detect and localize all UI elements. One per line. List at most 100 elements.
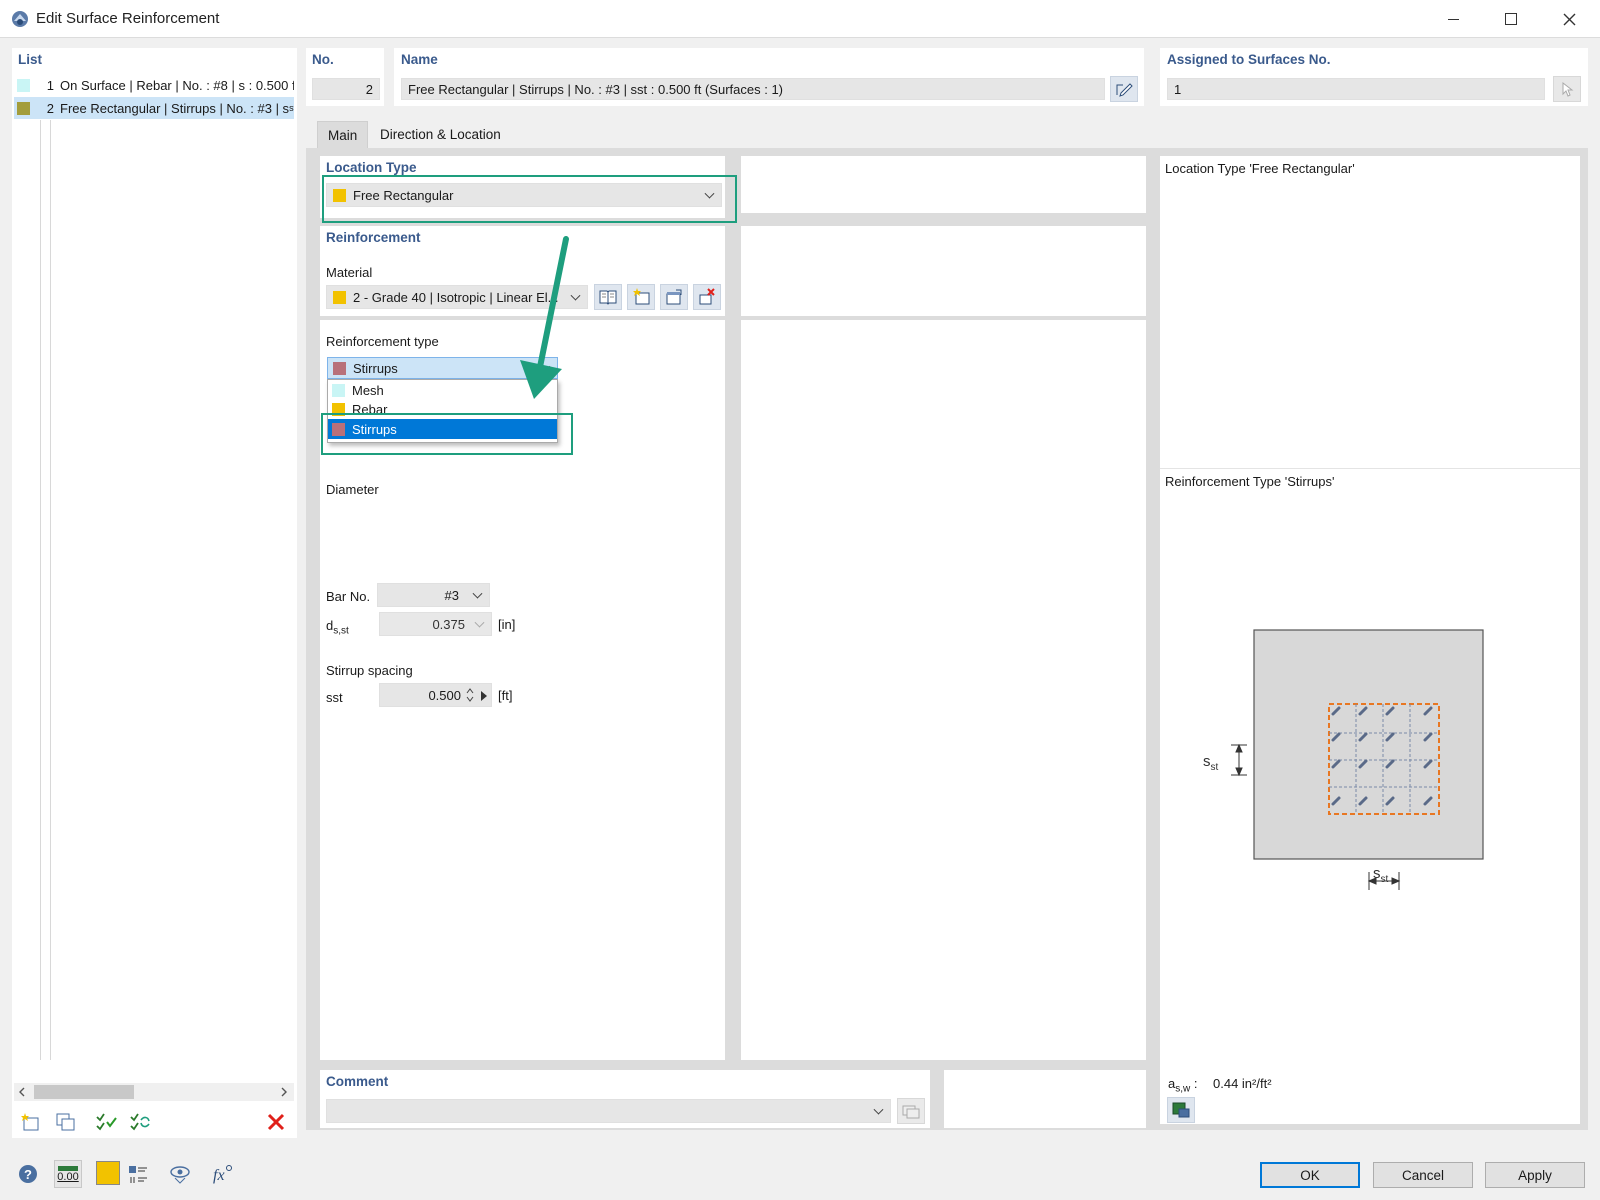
ds-field: 0.375 [379,612,492,636]
edit-material-button[interactable] [660,284,688,310]
name-field[interactable]: Free Rectangular | Stirrups | No. : #3 |… [401,78,1105,100]
reinforcement-type-caption: Reinforcement Type 'Stirrups' [1165,474,1335,489]
ok-button[interactable]: OK [1260,1162,1360,1188]
minimize-icon [1447,18,1459,20]
comment-select[interactable] [326,1099,891,1123]
chevron-down-icon [472,588,483,599]
stirrup-spacing-title: Stirrup spacing [326,663,413,678]
maximize-button[interactable] [1488,4,1534,34]
stirrups-swatch [333,361,346,375]
tab-direction-location[interactable]: Direction & Location [370,121,511,148]
pick-cursor-icon [1562,81,1574,97]
delete-material-icon [699,288,715,305]
blank-panel [741,320,1146,1060]
copy-item-button[interactable] [52,1110,78,1134]
ds-value: 0.375 [432,617,465,632]
help-icon: ? [19,1165,37,1183]
list-item-label: Free Rectangular | Stirrups | No. : #3 |… [60,100,290,116]
list-item-selected[interactable]: 2 Free Rectangular | Stirrups | No. : #3… [14,97,294,119]
list-item-subscript: st [289,103,294,113]
numbering-icon [129,1166,147,1183]
material-label: Material [326,265,373,280]
assigned-label: Assigned to Surfaces No. [1167,52,1331,67]
new-material-icon [633,288,650,305]
check-all-button[interactable] [93,1110,119,1134]
spin-updown-icon[interactable] [466,687,474,703]
decimals-button[interactable]: 0.00 [54,1160,82,1188]
svg-text:?: ? [24,1167,32,1182]
scroll-thumb[interactable] [34,1085,134,1099]
ds-subscript: s,st [333,625,349,637]
sst-unit: [ft] [498,688,513,703]
comment-library-icon [902,1105,920,1119]
material-library-button[interactable] [594,284,622,310]
apply-button[interactable]: Apply [1485,1162,1585,1188]
new-item-icon [21,1113,39,1131]
list-item-number: 1 [46,77,54,93]
preview-divider [1160,468,1580,469]
cancel-button[interactable]: Cancel [1373,1162,1473,1188]
sst-dim-horizontal: sst [1373,865,1388,885]
edit-material-icon [666,289,682,305]
new-material-button[interactable] [627,284,655,310]
list-item[interactable]: 1 On Surface | Rebar | No. : #8 | s : 0.… [14,74,294,96]
bar-no-label: Bar No. [326,589,371,604]
window-title: Edit Surface Reinforcement [36,10,220,27]
option-label: Mesh [352,382,384,398]
new-item-button[interactable] [17,1110,43,1134]
decimals-label: 0.00 [57,1170,79,1183]
mesh-swatch [17,78,30,92]
delete-material-button[interactable] [693,284,721,310]
play-arrow-icon[interactable] [480,690,488,702]
no-field[interactable]: 2 [312,78,380,100]
bar-no-value: #3 [444,588,459,603]
delete-button[interactable] [263,1110,289,1134]
comment-library-button[interactable] [897,1098,925,1124]
list-hscrollbar[interactable] [14,1083,294,1101]
minimize-button[interactable] [1430,4,1476,34]
location-type-title: Location Type [326,160,417,175]
dim-symbol: s [1373,865,1381,882]
ds-unit: [in] [498,617,516,632]
maximize-icon [1505,13,1517,25]
check-invert-icon [130,1113,150,1131]
export-image-icon [1172,1102,1190,1118]
formula-button[interactable]: fx [208,1160,236,1188]
help-button[interactable]: ? [14,1160,42,1188]
display-numbering-button[interactable] [124,1160,152,1188]
color-swatch-button[interactable] [96,1161,120,1185]
list-header: List [18,52,43,67]
material-swatch [333,290,346,304]
asw-subscript: s,w [1175,1083,1191,1095]
copy-icon [56,1113,75,1131]
bar-no-select[interactable]: #3 [377,583,490,607]
scroll-left-icon[interactable] [17,1087,27,1097]
edit-name-button[interactable] [1110,76,1138,102]
export-diagram-button[interactable] [1167,1097,1195,1123]
list-item-label: On Surface | Rebar | No. : #8 | s : 0.50… [60,77,294,93]
close-button[interactable] [1546,4,1592,34]
tree-line [50,120,51,1060]
title-bar: Edit Surface Reinforcement [0,0,1600,38]
name-label: Name [401,52,438,67]
assigned-field[interactable]: 1 [1167,78,1545,100]
chevron-down-icon [474,617,485,628]
tab-main[interactable]: Main [317,121,369,148]
reinforcement-type-label: Reinforcement type [326,334,439,349]
stirrup-spacing-field[interactable]: 0.500 [379,683,492,707]
chevron-down-icon [873,1104,884,1115]
check-invert-button[interactable] [127,1110,153,1134]
svg-text:fx: fx [213,1167,225,1184]
app-icon [12,11,28,27]
tree-line [40,120,41,1060]
view-model-button[interactable] [166,1160,194,1188]
scroll-right-icon[interactable] [279,1087,289,1097]
dim-subscript: st [1210,762,1219,773]
pick-surfaces-button[interactable] [1553,76,1581,102]
ds-label: ds,st [326,618,349,637]
blank-panel [741,156,1146,213]
diameter-title: Diameter [326,482,379,497]
edit-pencil-icon [1116,83,1133,97]
view-model-icon [170,1166,190,1184]
comment-title: Comment [326,1074,389,1089]
